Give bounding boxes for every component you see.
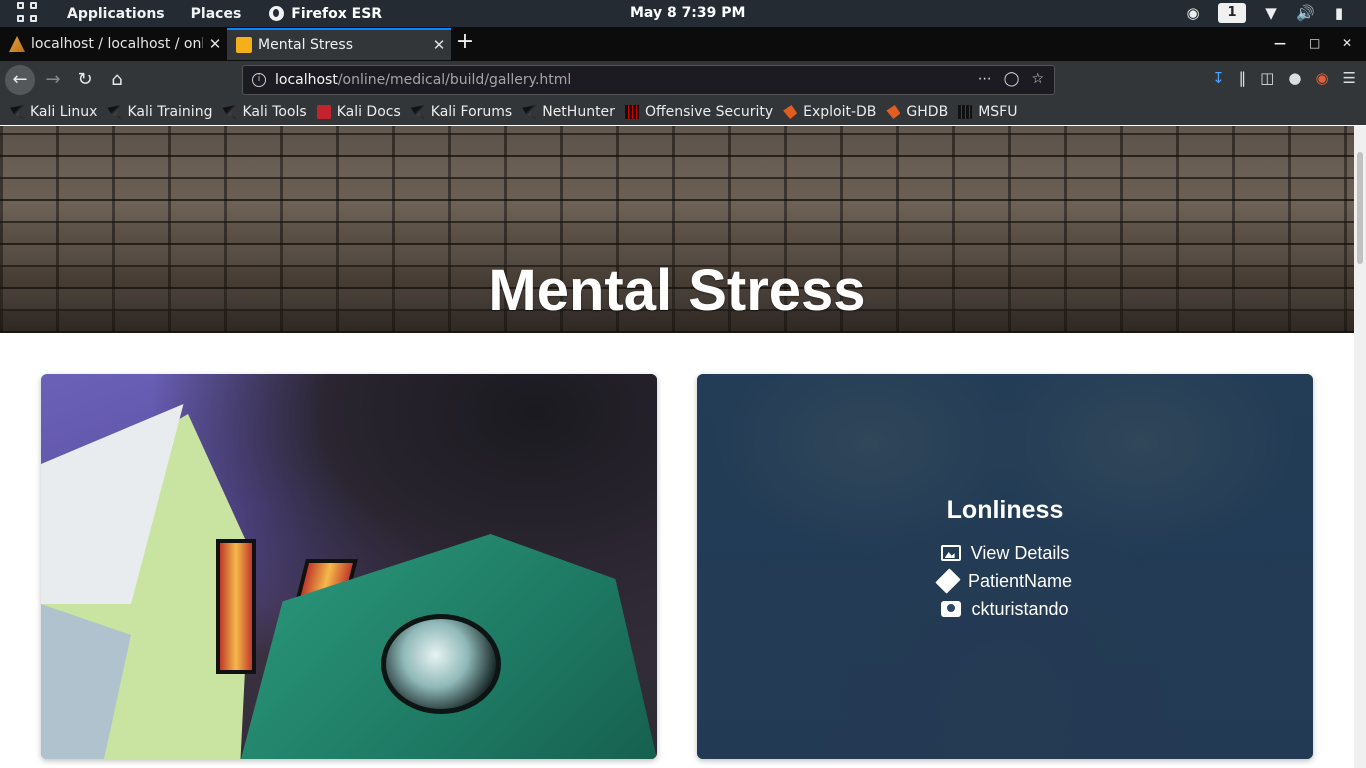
page-title: Mental Stress <box>488 258 866 323</box>
active-app-menu[interactable]: Firefox ESR <box>269 6 382 22</box>
bookmark-star-icon[interactable]: ☆ <box>1031 71 1044 87</box>
close-tab-icon[interactable]: ✕ <box>427 36 451 54</box>
window-close-icon[interactable]: ✕ <box>1342 36 1352 50</box>
bookmark-label: GHDB <box>906 104 949 120</box>
bookmark-label: Kali Linux <box>30 104 98 120</box>
site-info-icon[interactable]: i <box>252 73 266 87</box>
photographer-row: ckturistando <box>697 595 1313 623</box>
bookmark-ghdb[interactable]: GHDB <box>886 104 948 120</box>
wifi-icon[interactable]: ▼ <box>1262 4 1280 22</box>
url-path: /online/medical/build/gallery.html <box>337 72 572 88</box>
close-tab-icon[interactable]: ✕ <box>203 35 227 53</box>
bookmark-kali-training[interactable]: Kali Training <box>107 104 212 120</box>
bookmark-kali-forums[interactable]: Kali Forums <box>410 104 513 120</box>
navigation-toolbar: ← → ↻ ⌂ i localhost/online/medical/build… <box>0 61 1366 99</box>
account-icon[interactable]: ● <box>1288 69 1301 87</box>
workspace-indicator[interactable]: 1 <box>1218 3 1246 23</box>
new-tab-button[interactable]: + <box>455 31 475 53</box>
bookmark-label: Kali Forums <box>430 104 513 120</box>
bookmark-msfu[interactable]: MSFU <box>958 104 1017 120</box>
library-icon[interactable]: ‖ <box>1239 69 1247 87</box>
page-actions-icon[interactable]: ⋯ <box>978 71 992 87</box>
view-details-link[interactable]: View Details <box>697 539 1313 567</box>
kali-docs-icon <box>316 105 331 119</box>
kali-dragon-icon <box>10 105 24 119</box>
system-tray: ◉ 1 ▼ 🔊 ▮ <box>1184 3 1348 23</box>
bookmark-exploit-db[interactable]: Exploit-DB <box>783 104 876 120</box>
tab-label: localhost / localhost / online <box>31 36 203 52</box>
gallery-card-lonliness[interactable]: Lonliness View Details PatientName cktur… <box>697 374 1313 759</box>
patient-name-row: PatientName <box>697 567 1313 595</box>
nethunter-icon <box>522 105 537 119</box>
page-scrollbar[interactable] <box>1354 126 1366 768</box>
url-host: localhost <box>275 72 338 88</box>
phpmyadmin-favicon-icon <box>9 36 25 52</box>
sidebar-icon[interactable]: ◫ <box>1260 69 1274 87</box>
bookmark-kali-linux[interactable]: Kali Linux <box>10 104 97 120</box>
scrollbar-thumb[interactable] <box>1357 152 1363 264</box>
home-button[interactable]: ⌂ <box>102 65 132 95</box>
bookmark-nethunter[interactable]: NetHunter <box>522 104 615 120</box>
forward-button[interactable]: → <box>38 65 68 95</box>
page-favicon-icon <box>236 37 252 53</box>
exploit-db-icon <box>886 105 901 119</box>
view-details-label: View Details <box>970 542 1070 563</box>
pencil-icon <box>935 568 961 594</box>
image-icon <box>940 545 961 561</box>
system-top-panel: Applications Places Firefox ESR May 8 7:… <box>0 0 1366 27</box>
clock[interactable]: May 8 7:39 PM <box>630 5 745 21</box>
bookmark-label: MSFU <box>978 104 1018 120</box>
bookmark-offensive-security[interactable]: Offensive Security <box>624 104 774 120</box>
bookmark-label: Kali Training <box>127 104 213 120</box>
minimize-icon[interactable]: — <box>1274 36 1286 50</box>
exploit-db-icon <box>783 105 798 119</box>
page-viewport: Mental Stress Lonliness View Details Pat… <box>0 126 1354 768</box>
card-title: Lonliness <box>946 496 1064 524</box>
kali-dragon-icon <box>410 105 425 119</box>
bookmark-kali-tools[interactable]: Kali Tools <box>222 104 307 120</box>
bookmark-label: Kali Docs <box>336 104 401 120</box>
card-info: Lonliness View Details PatientName cktur… <box>697 496 1313 623</box>
kali-dragon-icon <box>107 105 122 119</box>
maximize-icon[interactable]: □ <box>1309 36 1320 50</box>
photographer-label: ckturistando <box>971 598 1069 619</box>
bookmark-label: Offensive Security <box>644 104 774 120</box>
firefox-icon <box>269 6 285 21</box>
menu-icon[interactable]: ☰ <box>1343 69 1356 87</box>
patient-name-label: PatientName <box>967 570 1073 591</box>
tab-label: Mental Stress <box>258 37 353 53</box>
kali-dragon-icon <box>222 105 237 119</box>
bookmarks-toolbar: Kali Linux Kali Training Kali Tools Kali… <box>0 99 1366 125</box>
bookmark-label: Exploit-DB <box>803 104 877 120</box>
gallery-card-graffiti[interactable] <box>41 374 657 759</box>
duckduckgo-icon[interactable]: ◉ <box>1315 69 1328 87</box>
camera-icon <box>941 601 962 617</box>
places-menu[interactable]: Places <box>191 6 242 22</box>
graffiti-image <box>41 374 657 759</box>
tab-bar: localhost / localhost / online ✕ Mental … <box>0 27 1366 61</box>
offsec-icon <box>958 105 973 119</box>
video-icon[interactable]: ◉ <box>1184 4 1202 22</box>
battery-icon[interactable]: ▮ <box>1330 4 1348 22</box>
back-button[interactable]: ← <box>5 65 35 95</box>
pocket-icon[interactable]: ◯ <box>1004 71 1020 87</box>
tab-mental-stress[interactable]: Mental Stress ✕ <box>227 28 451 60</box>
volume-icon[interactable]: 🔊 <box>1296 4 1315 22</box>
url-bar[interactable]: i localhost/online/medical/build/gallery… <box>242 65 1055 95</box>
active-app-label: Firefox ESR <box>291 5 383 22</box>
bookmark-label: Kali Tools <box>242 104 307 120</box>
bookmark-label: NetHunter <box>542 104 615 120</box>
reload-button[interactable]: ↻ <box>70 65 100 95</box>
offsec-icon <box>624 105 639 119</box>
app-grid-icon[interactable] <box>17 1 41 26</box>
bookmark-kali-docs[interactable]: Kali Docs <box>316 104 401 120</box>
downloads-icon[interactable]: ↧ <box>1212 69 1225 87</box>
applications-menu[interactable]: Applications <box>67 6 165 22</box>
tab-phpmyadmin[interactable]: localhost / localhost / online ✕ <box>0 28 227 60</box>
